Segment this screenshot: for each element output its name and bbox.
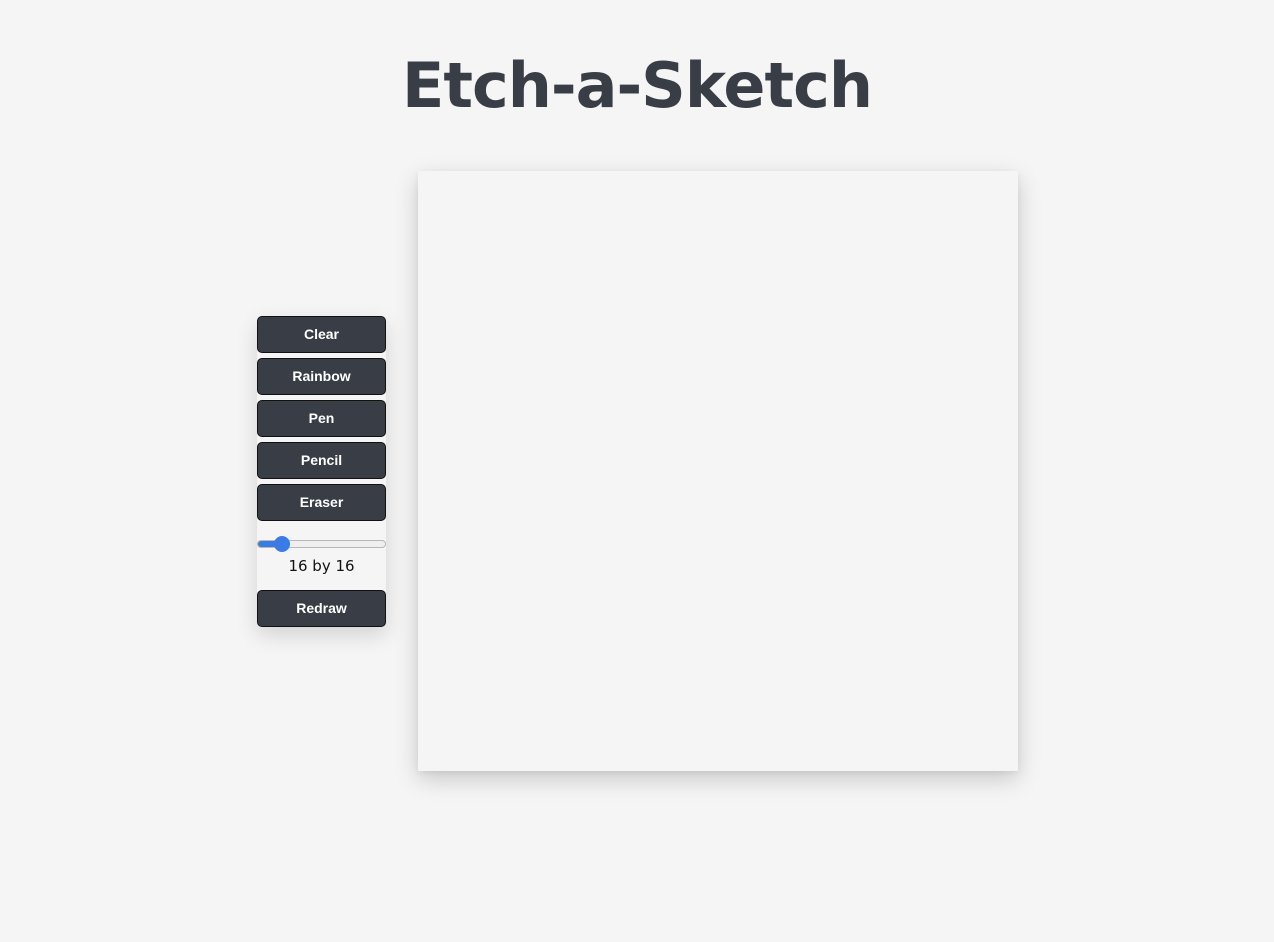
page-title: Etch-a-Sketch bbox=[402, 49, 873, 122]
redraw-button[interactable]: Redraw bbox=[257, 590, 386, 627]
sketch-canvas[interactable] bbox=[418, 171, 1018, 771]
pen-button[interactable]: Pen bbox=[257, 400, 386, 437]
clear-button[interactable]: Clear bbox=[257, 316, 386, 353]
grid-size-slider-thumb[interactable] bbox=[274, 536, 291, 552]
pencil-button[interactable]: Pencil bbox=[257, 442, 386, 479]
rainbow-button[interactable]: Rainbow bbox=[257, 358, 386, 395]
controls-panel: Clear Rainbow Pen Pencil Eraser 16 by 16… bbox=[257, 316, 386, 627]
eraser-button[interactable]: Eraser bbox=[257, 484, 386, 521]
grid-size-label: 16 by 16 bbox=[288, 557, 355, 575]
